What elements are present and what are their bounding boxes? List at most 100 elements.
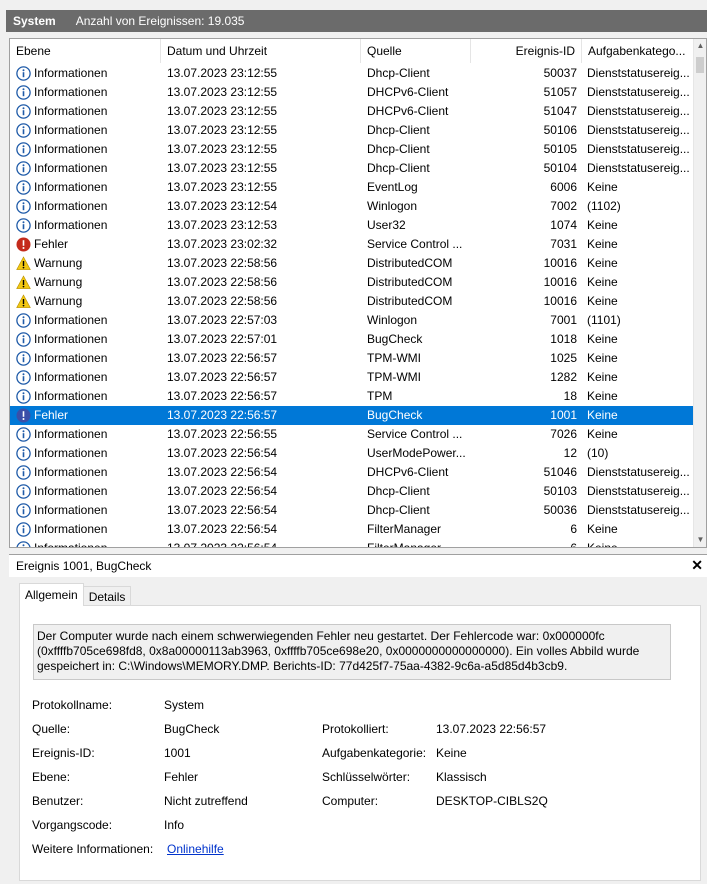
table-row[interactable]: Informationen 13.07.2023 22:56:54 FilterMa… <box>10 539 694 548</box>
event-list[interactable]: Ebene Datum und Uhrzeit Quelle Ereignis-… <box>9 38 707 548</box>
cell-ebene-label: Fehler <box>34 406 69 425</box>
table-row[interactable]: Informationen 13.07.2023 22:56:55 Service … <box>10 425 694 444</box>
cell-ereignis-id: 1018 <box>550 332 577 346</box>
cell-quelle: User32 <box>367 218 406 232</box>
cell-ebene-label: Informationen <box>34 446 108 460</box>
info-icon <box>16 541 31 547</box>
table-row[interactable]: Informationen 13.07.2023 22:56:57 TPM-WMI 1… <box>10 368 694 387</box>
table-row[interactable]: Informationen 13.07.2023 23:12:53 User32 10… <box>10 216 694 235</box>
cell-ereignis-id: 50104 <box>543 161 577 175</box>
table-row[interactable]: Informationen 13.07.2023 23:12:55 Dhcp-Cli… <box>10 64 694 83</box>
cell-ereignis-id: 10016 <box>543 294 577 308</box>
cell-quelle: BugCheck <box>367 332 423 346</box>
label-protokollname: Protokollname: <box>32 698 113 712</box>
event-description[interactable]: Der Computer wurde nach einem schwerwieg… <box>33 624 671 680</box>
tab-general-body: Der Computer wurde nach einem schwerwieg… <box>19 605 701 881</box>
cell-kategorie: (10) <box>587 446 609 460</box>
cell-kategorie: Keine <box>587 427 618 441</box>
table-row[interactable]: Informationen 13.07.2023 23:12:55 Dhcp-Cli… <box>10 159 694 178</box>
table-row[interactable]: Informationen 13.07.2023 22:56:57 TPM-WMI 1… <box>10 349 694 368</box>
cell-ereignis-id: 50103 <box>543 484 577 498</box>
table-row[interactable]: Informationen 13.07.2023 22:56:54 Dhcp-Cli… <box>10 482 694 501</box>
table-row[interactable]: Informationen 13.07.2023 22:56:54 UserMode… <box>10 444 694 463</box>
cell-ebene: Fehler <box>16 235 164 254</box>
table-row[interactable]: Informationen 13.07.2023 22:57:01 BugCheck… <box>10 330 694 349</box>
info-icon <box>16 370 31 385</box>
vertical-scrollbar[interactable]: ▲ ▼ <box>693 39 706 547</box>
cell-ebene: Informationen <box>16 463 164 482</box>
column-aufgabenkategorie[interactable]: Aufgabenkatego... <box>582 39 694 63</box>
cell-ereignis-id: 1001 <box>550 408 577 422</box>
cell-ebene-label: Informationen <box>34 370 108 384</box>
warning-icon <box>16 294 31 309</box>
cell-quelle: EventLog <box>367 180 418 194</box>
scrollbar-thumb[interactable] <box>696 57 704 73</box>
warning-icon <box>16 256 31 271</box>
onlinehilfe-link[interactable]: Onlinehilfe <box>167 841 224 857</box>
cell-kategorie: Dienststatusereig... <box>587 123 690 137</box>
cell-datum: 13.07.2023 22:56:57 <box>167 408 278 422</box>
info-icon <box>16 503 31 518</box>
cell-ereignis-id: 10016 <box>543 275 577 289</box>
close-icon[interactable]: ✕ <box>691 557 703 573</box>
column-ebene[interactable]: Ebene <box>10 39 161 63</box>
cell-kategorie: Keine <box>587 351 618 365</box>
cell-kategorie: Keine <box>587 389 618 403</box>
cell-ebene-label: Informationen <box>34 389 108 403</box>
cell-ebene-label: Informationen <box>34 161 108 175</box>
cell-kategorie: Keine <box>587 408 618 422</box>
event-detail-pane: Ereignis 1001, BugCheck ✕ Allgemein Deta… <box>9 554 707 884</box>
cell-quelle: DistributedCOM <box>367 275 453 289</box>
cell-datum: 13.07.2023 23:12:55 <box>167 180 278 194</box>
cell-kategorie: Keine <box>587 256 618 270</box>
scroll-down-icon[interactable]: ▼ <box>694 533 706 547</box>
table-row[interactable]: Informationen 13.07.2023 23:12:55 Dhcp-Cli… <box>10 140 694 159</box>
cell-quelle: DistributedCOM <box>367 294 453 308</box>
table-row[interactable]: Informationen 13.07.2023 23:12:55 Dhcp-Cli… <box>10 121 694 140</box>
table-row[interactable]: Warnung 13.07.2023 22:58:56 DistributedCOM… <box>10 273 694 292</box>
cell-datum: 13.07.2023 22:56:54 <box>167 484 278 498</box>
label-computer: Computer: <box>322 794 379 808</box>
table-row[interactable]: Informationen 13.07.2023 23:12:54 Winlogon… <box>10 197 694 216</box>
cell-ebene-label: Informationen <box>34 541 108 548</box>
cell-ebene-label: Warnung <box>34 294 83 308</box>
table-row[interactable]: Informationen 13.07.2023 22:56:54 FilterMa… <box>10 520 694 539</box>
table-row[interactable]: Warnung 13.07.2023 22:58:56 DistributedCOM… <box>10 292 694 311</box>
table-row[interactable]: Informationen 13.07.2023 22:56:54 DHCPv6-C… <box>10 463 694 482</box>
cell-ebene: Informationen <box>16 425 164 444</box>
table-row[interactable]: Fehler 13.07.2023 23:02:32 Service Control… <box>10 235 694 254</box>
info-icon <box>16 446 31 461</box>
cell-ebene-label: Informationen <box>34 123 108 137</box>
cell-datum: 13.07.2023 23:12:53 <box>167 218 278 232</box>
column-ereignis-id[interactable]: Ereignis-ID <box>471 39 582 63</box>
table-row[interactable]: Informationen 13.07.2023 23:12:55 EventLog… <box>10 178 694 197</box>
column-datum[interactable]: Datum und Uhrzeit <box>161 39 361 63</box>
cell-ebene-label: Informationen <box>34 332 108 346</box>
cell-kategorie: Dienststatusereig... <box>587 66 690 80</box>
tab-allgemein[interactable]: Allgemein <box>19 583 84 606</box>
cell-datum: 13.07.2023 22:56:57 <box>167 370 278 384</box>
cell-quelle: Dhcp-Client <box>367 503 430 517</box>
cell-ebene: Informationen <box>16 102 164 121</box>
table-row[interactable]: Informationen 13.07.2023 23:12:55 DHCPv6-C… <box>10 83 694 102</box>
table-row[interactable]: Informationen 13.07.2023 22:56:57 TPM 18 Kei… <box>10 387 694 406</box>
cell-ereignis-id: 6 <box>570 541 577 548</box>
table-row[interactable]: Informationen 13.07.2023 22:57:03 Winlogon… <box>10 311 694 330</box>
cell-quelle: FilterManager <box>367 522 442 536</box>
table-row[interactable]: Informationen 13.07.2023 22:56:54 Dhcp-Cli… <box>10 501 694 520</box>
warning-icon <box>16 275 31 290</box>
table-row[interactable]: Warnung 13.07.2023 22:58:56 DistributedCOM… <box>10 254 694 273</box>
table-row[interactable]: Informationen 13.07.2023 23:12:55 DHCPv6-C… <box>10 102 694 121</box>
table-row-selected[interactable]: Fehler 13.07.2023 22:56:57 BugCheck 1001 Kei… <box>10 406 694 425</box>
cell-kategorie: Keine <box>587 180 618 194</box>
column-quelle[interactable]: Quelle <box>361 39 471 63</box>
tab-details[interactable]: Details <box>82 586 132 606</box>
scroll-up-icon[interactable]: ▲ <box>694 39 706 53</box>
label-ereignis-id: Ereignis-ID: <box>32 746 95 760</box>
cell-ereignis-id: 18 <box>563 389 577 403</box>
value-protokolliert: 13.07.2023 22:56:57 <box>436 722 547 736</box>
cell-quelle: DHCPv6-Client <box>367 104 449 118</box>
cell-ereignis-id: 1282 <box>550 370 577 384</box>
cell-kategorie: Keine <box>587 294 618 308</box>
cell-datum: 13.07.2023 22:56:54 <box>167 503 278 517</box>
